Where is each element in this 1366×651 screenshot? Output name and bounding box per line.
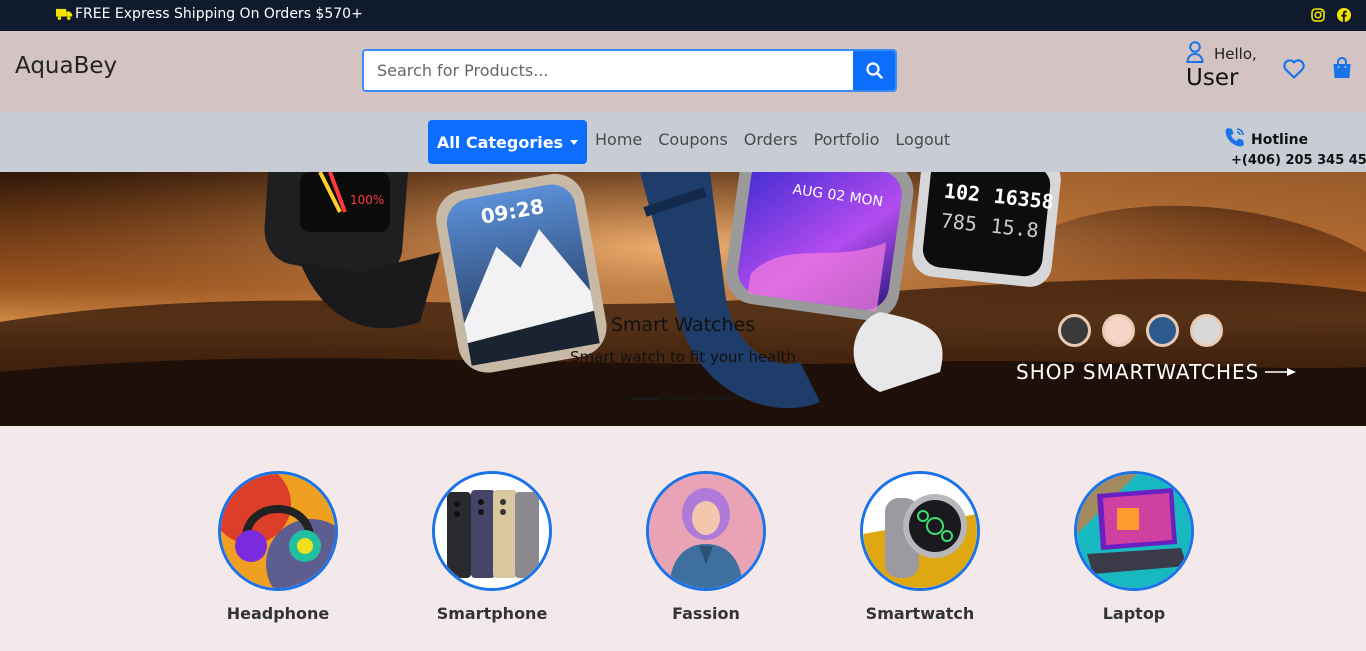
category-label: Smartphone bbox=[436, 604, 548, 623]
swatch-1 bbox=[1058, 314, 1091, 347]
phone-icon bbox=[1225, 128, 1244, 147]
search-icon bbox=[865, 62, 883, 79]
category-label: Smartwatch bbox=[865, 604, 975, 623]
shipping-notice: FREE Express Shipping On Orders $570+ bbox=[56, 6, 363, 22]
heart-icon[interactable] bbox=[1283, 59, 1305, 79]
nav-link-coupons[interactable]: Coupons bbox=[658, 130, 728, 149]
hero-carousel[interactable]: 100% 09:28 AUG 02 MON 102 16358 785 15.8… bbox=[0, 172, 1366, 426]
shop-cta-text: SHOP SMARTWATCHES bbox=[1016, 360, 1260, 384]
category-laptop-image bbox=[1074, 471, 1194, 591]
caret-down-icon bbox=[570, 139, 579, 145]
svg-text:102: 102 bbox=[943, 179, 981, 207]
nav-link-orders[interactable]: Orders bbox=[744, 130, 798, 149]
top-announcement-bar: FREE Express Shipping On Orders $570+ bbox=[0, 0, 1366, 31]
category-label: Fassion bbox=[672, 604, 740, 623]
user-account[interactable]: Hello, User bbox=[1186, 39, 1266, 99]
search-button[interactable] bbox=[853, 51, 895, 90]
category-label: Laptop bbox=[1102, 604, 1166, 623]
username-text: User bbox=[1186, 65, 1239, 91]
svg-text:785: 785 bbox=[940, 208, 978, 236]
shipping-text: FREE Express Shipping On Orders $570+ bbox=[75, 6, 363, 22]
category-section: Headphone Smartphone Fassion Smartwatch … bbox=[0, 426, 1366, 651]
carousel-indicator-3[interactable] bbox=[704, 397, 734, 400]
search-input[interactable] bbox=[364, 51, 853, 90]
instagram-icon[interactable] bbox=[1311, 7, 1325, 22]
main-header: AquaBey Hello, User bbox=[0, 31, 1366, 112]
carousel-indicators bbox=[632, 397, 734, 400]
category-smartwatch[interactable]: Smartwatch bbox=[850, 471, 990, 623]
hotline-label: Hotline bbox=[1251, 132, 1309, 148]
social-links bbox=[1311, 7, 1351, 22]
nav-link-portfolio[interactable]: Portfolio bbox=[814, 130, 880, 149]
nav-links: Home Coupons Orders Portfolio Logout bbox=[595, 130, 950, 149]
shop-smartwatches-link[interactable]: SHOP SMARTWATCHES bbox=[1016, 360, 1297, 384]
site-logo[interactable]: AquaBey bbox=[15, 53, 117, 79]
arrow-right-icon bbox=[1265, 368, 1297, 376]
swatch-2 bbox=[1102, 314, 1135, 347]
category-headphone-image bbox=[218, 471, 338, 591]
carousel-indicator-2[interactable] bbox=[668, 397, 698, 400]
category-fassion[interactable]: Fassion bbox=[636, 471, 776, 623]
category-smartphone[interactable]: Smartphone bbox=[422, 471, 562, 623]
hero-banner-image: 100% 09:28 AUG 02 MON 102 16358 785 15.8 bbox=[0, 172, 1366, 426]
carousel-indicator-1[interactable] bbox=[632, 397, 662, 400]
category-label: Headphone bbox=[226, 604, 330, 623]
greeting-text: Hello, bbox=[1214, 45, 1257, 63]
nav-link-logout[interactable]: Logout bbox=[895, 130, 950, 149]
truck-icon bbox=[56, 8, 73, 20]
category-laptop[interactable]: Laptop bbox=[1064, 471, 1204, 623]
all-categories-dropdown[interactable]: All Categories bbox=[428, 120, 587, 164]
user-icon bbox=[1186, 41, 1204, 63]
main-navigation: All Categories Home Coupons Orders Portf… bbox=[0, 112, 1366, 172]
category-headphone[interactable]: Headphone bbox=[208, 471, 348, 623]
facebook-icon[interactable] bbox=[1337, 7, 1351, 22]
svg-text:15.8: 15.8 bbox=[989, 214, 1039, 243]
hotline-number: +(406) 205 345 45 bbox=[1231, 153, 1366, 168]
svg-text:100%: 100% bbox=[350, 193, 384, 207]
nav-link-home[interactable]: Home bbox=[595, 130, 642, 149]
search-bar bbox=[362, 49, 897, 92]
shopping-bag-icon[interactable] bbox=[1332, 57, 1352, 79]
category-smartwatch-image bbox=[860, 471, 980, 591]
swatch-4 bbox=[1190, 314, 1223, 347]
color-swatches bbox=[1058, 314, 1223, 347]
category-smartphone-image bbox=[432, 471, 552, 591]
swatch-3 bbox=[1146, 314, 1179, 347]
category-fassion-image bbox=[646, 471, 766, 591]
all-categories-label: All Categories bbox=[436, 132, 564, 152]
